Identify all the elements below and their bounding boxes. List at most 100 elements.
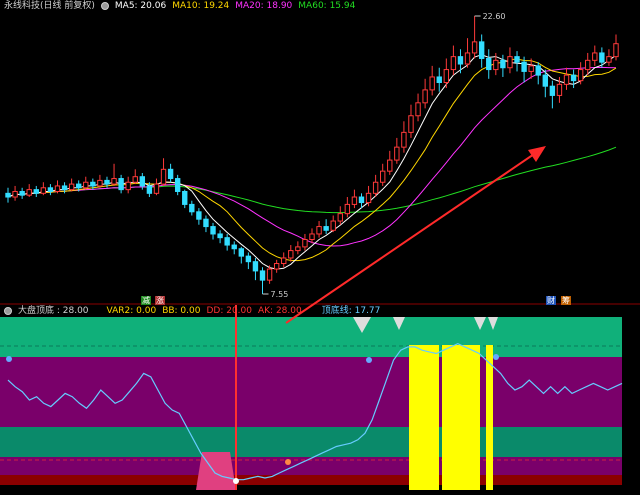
candle-body xyxy=(224,237,230,246)
candle-body xyxy=(61,185,68,191)
candle-body xyxy=(83,181,89,189)
candle-body xyxy=(160,168,167,185)
candle-body xyxy=(556,83,563,96)
top-signal-bar xyxy=(486,345,493,490)
candle-body xyxy=(351,196,358,205)
indicator-line-label: 顶底线: 17.77 xyxy=(321,306,381,316)
ma20-label: MA20: 18.90 xyxy=(235,1,293,11)
candle-body xyxy=(12,190,18,198)
candle-body xyxy=(613,43,619,58)
high-price-label: 22.60 xyxy=(483,12,506,21)
stock-title: 永线科技(日线 前复权) xyxy=(4,1,95,11)
candle-body xyxy=(68,183,75,191)
gear-icon[interactable] xyxy=(100,2,109,10)
signal-dot xyxy=(493,354,499,360)
candle-body xyxy=(528,65,534,72)
candle-body xyxy=(415,102,421,117)
cai-tag[interactable]: 财 xyxy=(546,296,556,305)
candle-body xyxy=(90,181,96,187)
candle-body xyxy=(443,69,450,83)
bb-label: BB: 0.00 xyxy=(162,306,201,316)
candle-body xyxy=(132,176,138,183)
main-header: 永线科技(日线 前复权) MA5: 20.06 MA10: 19.24 MA20… xyxy=(4,0,355,12)
candle-body xyxy=(118,178,124,191)
candle-body xyxy=(585,59,591,71)
candle-body xyxy=(5,192,11,198)
candle-body xyxy=(40,187,47,194)
top-signal-bar xyxy=(409,345,439,490)
candle-body xyxy=(521,61,527,72)
ak-label: AK: 28.00 xyxy=(258,306,302,316)
candle-body xyxy=(563,74,570,85)
candle-body xyxy=(358,196,365,204)
ma5-label: MA5: 20.06 xyxy=(114,1,167,11)
candle-body xyxy=(606,56,612,63)
bottom-band xyxy=(0,475,622,485)
candle-body xyxy=(471,41,478,54)
candle-body xyxy=(295,246,301,252)
candle-body xyxy=(401,131,407,148)
lower-green-band xyxy=(0,427,622,457)
candle-body xyxy=(210,226,216,235)
candle-body xyxy=(323,226,329,231)
candle-body xyxy=(76,183,82,189)
candle-body xyxy=(337,213,343,222)
candle-body xyxy=(549,85,556,96)
candle-body xyxy=(577,69,584,82)
candle-body xyxy=(273,263,280,270)
candle-body xyxy=(464,52,471,65)
signal-dot xyxy=(366,357,372,363)
candle-body xyxy=(281,257,287,265)
candle-body xyxy=(139,176,146,187)
gear-icon[interactable] xyxy=(4,307,12,315)
candle-body xyxy=(252,261,259,272)
candle-body xyxy=(365,192,372,204)
candle-body xyxy=(450,56,457,71)
var2-label: VAR2: 0.00 xyxy=(106,306,157,316)
candle-body xyxy=(535,65,541,76)
candle-body xyxy=(288,250,294,259)
candle-body xyxy=(592,52,598,61)
candle-body xyxy=(599,52,605,63)
top-band xyxy=(0,317,622,357)
chou-tag[interactable]: 筹 xyxy=(561,296,571,305)
candle-body xyxy=(231,244,237,250)
candle-body xyxy=(542,74,548,87)
candle-body xyxy=(26,189,32,196)
candle-body xyxy=(111,178,117,185)
zhang-tag[interactable]: 涨 xyxy=(155,296,165,305)
upper-purple-band xyxy=(0,357,622,427)
indicator-plot xyxy=(0,305,623,490)
candle-body xyxy=(125,181,131,191)
candle-body xyxy=(493,59,499,71)
candle-body xyxy=(507,56,513,69)
jian-tag[interactable]: 减 xyxy=(141,296,151,305)
candle-body xyxy=(189,203,195,213)
candle-body xyxy=(380,170,386,183)
bottom-signal-block xyxy=(196,452,236,490)
candle-body xyxy=(238,248,244,257)
candle-body xyxy=(500,59,506,69)
signal-dot xyxy=(285,459,291,465)
candle-body xyxy=(153,183,160,194)
candle-body xyxy=(457,56,464,65)
signal-dot xyxy=(233,478,239,484)
candle-body xyxy=(54,185,61,192)
top-signal-bar xyxy=(442,345,480,490)
stock-chart: 22.60 7.55 xyxy=(0,0,640,490)
candle-body xyxy=(422,89,428,104)
candle-body xyxy=(259,270,266,281)
candle-body xyxy=(330,220,336,231)
candle-body xyxy=(486,57,492,71)
low-price-label: 7.55 xyxy=(271,290,289,299)
candle-body xyxy=(19,190,25,196)
candle-body xyxy=(266,268,273,281)
signal-dot xyxy=(6,356,12,362)
candle-body xyxy=(309,233,315,241)
indicator-title: 大盘顶底 : 28.00 xyxy=(18,306,89,316)
candle-body xyxy=(302,239,308,248)
candle-body xyxy=(174,178,181,192)
candle-body xyxy=(196,211,202,220)
candle-body xyxy=(429,76,435,91)
ma60-label: MA60: 15.94 xyxy=(298,1,356,11)
